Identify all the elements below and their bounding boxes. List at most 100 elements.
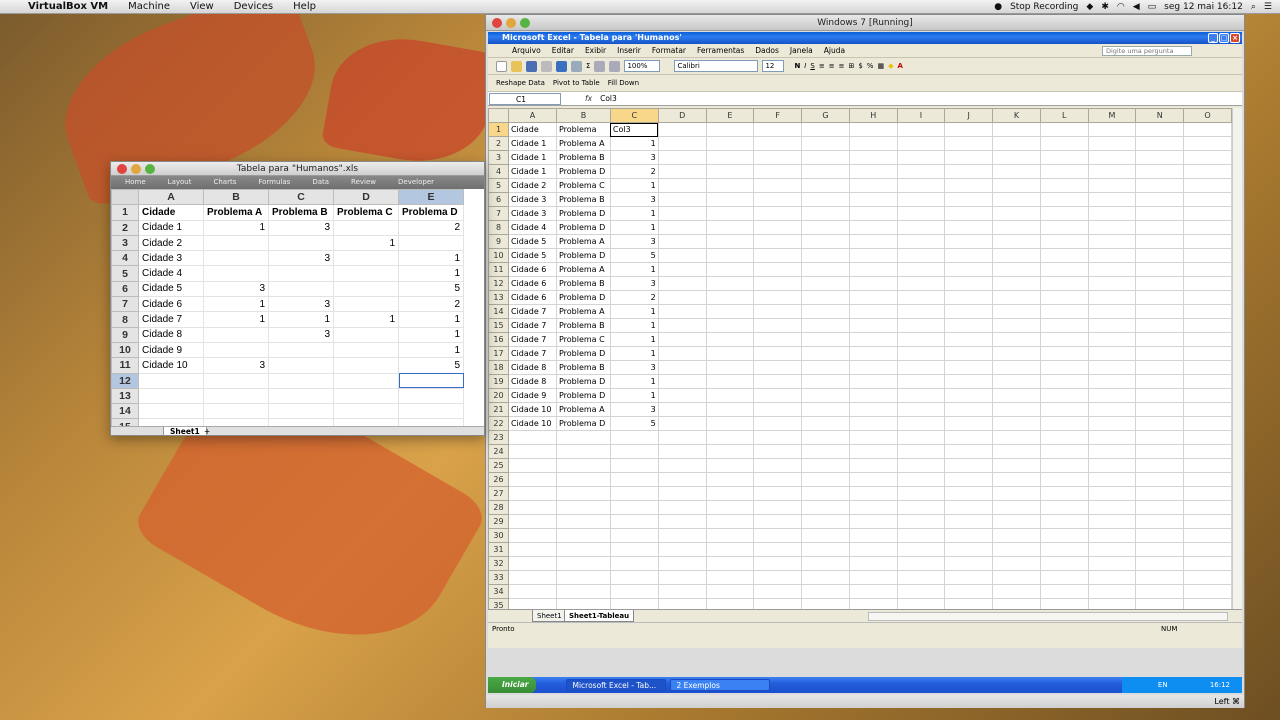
cell-b18[interactable]: Problema B <box>555 360 611 375</box>
cell-i30[interactable] <box>896 528 946 543</box>
menu-ferramentas[interactable]: Ferramentas <box>697 44 744 57</box>
menu-formatar[interactable]: Formatar <box>652 44 686 57</box>
cell-m15[interactable] <box>1087 318 1137 333</box>
cell-o33[interactable] <box>1183 570 1232 585</box>
cell-o6[interactable] <box>1183 192 1232 207</box>
cell-d29[interactable] <box>657 514 707 529</box>
cell-b27[interactable] <box>555 486 611 501</box>
cell-f10[interactable] <box>753 248 803 263</box>
cell-a4[interactable]: Cidade 1 <box>507 164 557 179</box>
cell-f2[interactable] <box>753 136 803 151</box>
cell-a13[interactable] <box>138 387 204 405</box>
row-header[interactable]: 16 <box>488 332 509 347</box>
cell-i29[interactable] <box>896 514 946 529</box>
cell-o9[interactable] <box>1183 234 1232 249</box>
cell-o22[interactable] <box>1183 416 1232 431</box>
cell-e13[interactable] <box>398 387 464 405</box>
cell-o23[interactable] <box>1183 430 1232 445</box>
cell-h26[interactable] <box>848 472 898 487</box>
cell-h33[interactable] <box>848 570 898 585</box>
cell-c26[interactable] <box>609 472 659 487</box>
row-header[interactable]: 21 <box>488 402 509 417</box>
cell-l28[interactable] <box>1039 500 1089 515</box>
cell-i25[interactable] <box>896 458 946 473</box>
cell-a10[interactable]: Cidade 5 <box>507 248 557 263</box>
cell-k15[interactable] <box>992 318 1041 333</box>
cell-b7[interactable]: Problema D <box>555 206 611 221</box>
cell-a26[interactable] <box>507 472 557 487</box>
cell-e34[interactable] <box>705 584 755 599</box>
cell-n25[interactable] <box>1135 458 1185 473</box>
cell-k13[interactable] <box>992 290 1041 305</box>
cell-c6[interactable] <box>268 280 334 298</box>
cell-i13[interactable] <box>896 290 946 305</box>
cell-e20[interactable] <box>705 388 755 403</box>
cell-e3[interactable] <box>705 150 755 165</box>
menu-janela[interactable]: Janela <box>790 44 813 57</box>
cell-i26[interactable] <box>896 472 946 487</box>
cell-o10[interactable] <box>1183 248 1232 263</box>
cell-i27[interactable] <box>896 486 946 501</box>
cell-a2[interactable]: Cidade 1 <box>507 136 557 151</box>
cell-h14[interactable] <box>848 304 898 319</box>
cell-b29[interactable] <box>555 514 611 529</box>
cell-h12[interactable] <box>848 276 898 291</box>
cell-d23[interactable] <box>657 430 707 445</box>
stop-recording-label[interactable]: Stop Recording <box>1010 0 1078 14</box>
cell-m13[interactable] <box>1087 290 1137 305</box>
cell-g2[interactable] <box>801 136 850 151</box>
sort-desc-icon[interactable] <box>609 60 621 72</box>
cell-h25[interactable] <box>848 458 898 473</box>
cell-n8[interactable] <box>1135 220 1185 235</box>
cell-d4[interactable] <box>333 250 399 267</box>
cell-c19[interactable]: 1 <box>609 374 659 389</box>
cell-n31[interactable] <box>1135 542 1185 557</box>
menu-dados[interactable]: Dados <box>755 44 779 57</box>
fx-icon[interactable]: fx <box>585 94 592 103</box>
cell-i21[interactable] <box>896 402 946 417</box>
cell-h13[interactable] <box>848 290 898 305</box>
cell-k9[interactable] <box>992 234 1041 249</box>
cell-o13[interactable] <box>1183 290 1232 305</box>
cell-a5[interactable]: Cidade 4 <box>138 265 204 282</box>
cell-i14[interactable] <box>896 304 946 319</box>
cell-e8[interactable]: 1 <box>398 311 464 328</box>
cell-m10[interactable] <box>1087 248 1137 263</box>
cell-j18[interactable] <box>944 360 994 375</box>
cell-d19[interactable] <box>657 374 707 389</box>
cell-d1[interactable]: Problema C <box>333 204 399 221</box>
cell-n19[interactable] <box>1135 374 1185 389</box>
cell-c13[interactable] <box>268 387 334 405</box>
menubar-clock[interactable]: seg 12 mai 16:12 <box>1164 0 1243 14</box>
cell-n14[interactable] <box>1135 304 1185 319</box>
cell-e18[interactable] <box>705 360 755 375</box>
cell-i5[interactable] <box>896 178 946 193</box>
cell-e33[interactable] <box>705 570 755 585</box>
cell-a17[interactable]: Cidade 7 <box>507 346 557 361</box>
cell-e13[interactable] <box>705 290 755 305</box>
cell-j6[interactable] <box>944 192 994 207</box>
cell-n23[interactable] <box>1135 430 1185 445</box>
cell-i22[interactable] <box>896 416 946 431</box>
cell-f16[interactable] <box>753 332 803 347</box>
cell-g23[interactable] <box>801 430 850 445</box>
column-header-a[interactable]: A <box>507 108 557 123</box>
cell-a23[interactable] <box>507 430 557 445</box>
tray-clock[interactable]: 16:12 <box>1210 681 1230 689</box>
cell-c2[interactable]: 1 <box>609 136 659 151</box>
font-select[interactable]: Calibri <box>674 60 759 72</box>
cell-g19[interactable] <box>801 374 850 389</box>
cell-b4[interactable] <box>203 250 269 267</box>
cell-g32[interactable] <box>801 556 850 571</box>
cell-f5[interactable] <box>753 178 803 193</box>
cell-n35[interactable] <box>1135 598 1185 609</box>
cell-g6[interactable] <box>801 192 850 207</box>
cell-a22[interactable]: Cidade 10 <box>507 416 557 431</box>
minimize-icon[interactable]: _ <box>1208 33 1218 43</box>
cell-c32[interactable] <box>609 556 659 571</box>
cell-b35[interactable] <box>555 598 611 609</box>
cell-f26[interactable] <box>753 472 803 487</box>
cell-j9[interactable] <box>944 234 994 249</box>
list-icon[interactable]: ☰ <box>1264 0 1272 14</box>
select-all-corner[interactable] <box>111 189 139 206</box>
